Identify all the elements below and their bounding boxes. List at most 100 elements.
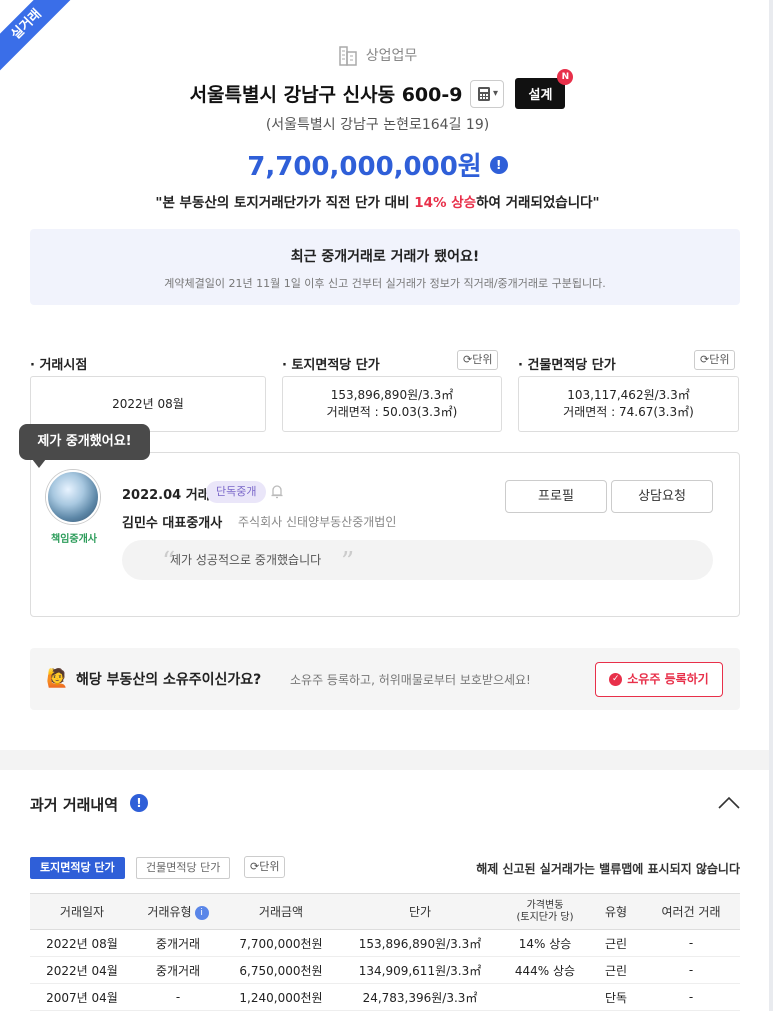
building-icon — [338, 46, 357, 66]
tab-building-unit-price[interactable]: 건물면적당 단가 — [136, 857, 231, 879]
scrollbar-track[interactable] — [769, 0, 773, 1011]
refresh-icon: ⟳ — [463, 353, 473, 366]
cell-type: 중개거래 — [134, 956, 222, 984]
table-header-row: 거래일자 거래유형 i 거래금액 단가 가격변동 (토지단가 당) 유형 여러건 거… — [30, 893, 740, 930]
price-info-icon[interactable]: ! — [489, 155, 508, 174]
cell-amount: 6,750,000천원 — [222, 956, 340, 984]
cell-unit-price: 134,909,611원/3.3㎡ — [340, 956, 500, 984]
history-notice: 해제 신고된 실거래가는 밸류맵에 표시되지 않습니다 — [476, 862, 740, 876]
history-unit-toggle[interactable]: ⟳단위 — [244, 856, 286, 878]
building-unit-toggle[interactable]: ⟳단위 — [694, 350, 736, 370]
cell-unit-price: 153,896,890원/3.3㎡ — [340, 929, 500, 957]
avatar[interactable] — [46, 470, 100, 524]
cell-change: 14% 상승 — [500, 929, 590, 957]
price-row: 7,700,000,000원 ! — [0, 146, 755, 183]
notice-desc: 계약체결일이 21년 11월 1일 이후 신고 건부터 실거래가 정보가 직거래… — [164, 277, 606, 290]
building-price-label: · 건물면적당 단가 — [518, 358, 616, 373]
refresh-icon: ⟳ — [250, 860, 260, 873]
calculator-button[interactable]: ▾ — [470, 79, 505, 108]
exclusive-brokerage-tag: 단독중개 — [206, 481, 267, 503]
owner-register-label: 소유주 등록하기 — [627, 672, 709, 686]
col-unit-price: 단가 — [340, 893, 500, 930]
profile-button[interactable]: 프로필 — [505, 480, 607, 513]
owner-question: 해당 부동산의 소유주이신가요? — [76, 672, 262, 688]
bubble-tail — [32, 459, 46, 468]
brokerage-notice: 최근 중개거래로 거래가 됐어요! 계약체결일이 21년 11월 1일 이후 신… — [30, 229, 740, 305]
refresh-icon: ⟳ — [700, 353, 710, 366]
col-multi: 여러건 거래 — [642, 893, 740, 930]
trade-date-value: 2022년 08월 — [112, 396, 184, 411]
cell-type: 중개거래 — [134, 929, 222, 957]
cell-date: 2007년 04월 — [30, 983, 134, 1011]
building-unit-label: 단위 — [709, 353, 730, 366]
notice-title: 최근 중개거래로 거래가 됐어요! — [290, 249, 480, 265]
col-change-sub: (토지단가 당) — [516, 911, 574, 923]
page-title: 서울특별시 강남구 신사동 600-9 — [189, 84, 463, 106]
calculator-icon — [477, 86, 490, 101]
agent-bubble: 제가 중개했어요! — [19, 424, 150, 460]
cell-date: 2022년 08월 — [30, 929, 134, 957]
land-price-box: 153,896,890원/3.3㎡ 거래면적 : 50.03(3.3㎡) — [282, 376, 502, 432]
cell-amount: 7,700,000천원 — [222, 929, 340, 957]
cell-kind: 단독 — [590, 983, 642, 1011]
history-title: 과거 거래내역 — [30, 796, 119, 814]
history-info-icon[interactable]: ! — [130, 794, 148, 812]
building-price-value: 103,117,462원/3.3㎡ — [567, 388, 690, 402]
col-type: 거래유형 i — [134, 893, 222, 930]
cell-kind: 근린 — [590, 929, 642, 957]
agent-name: 김민수 대표중개사 — [122, 516, 223, 531]
land-price-label: · 토지면적당 단가 — [282, 358, 380, 373]
land-area-value: 거래면적 : 50.03(3.3㎡) — [326, 405, 458, 419]
design-button[interactable]: 설계 N — [515, 69, 574, 109]
cell-multi: - — [642, 929, 740, 957]
consult-request-button[interactable]: 상담요청 — [611, 480, 713, 513]
col-change: 가격변동 (토지단가 당) — [500, 893, 590, 930]
design-button-label: 설계 — [528, 88, 553, 103]
col-change-main: 가격변동 — [526, 899, 564, 911]
cell-unit-price: 24,783,396원/3.3㎡ — [340, 983, 500, 1011]
responsible-agent-label: 책임중개사 — [51, 534, 97, 545]
cell-type: - — [134, 983, 222, 1011]
tab-land-unit-price[interactable]: 토지면적당 단가 — [30, 857, 125, 879]
real-trade-ribbon: 실거래 — [0, 0, 83, 81]
cell-change — [500, 983, 590, 1011]
check-icon: ✓ — [609, 673, 623, 686]
road-address: (서울특별시 강남구 논현로164길 19) — [265, 117, 490, 133]
price-change-message: "본 부동산의 토지거래단가가 직전 단가 대비 14% 상승하여 거래되었습니… — [0, 191, 755, 211]
owner-register-button[interactable]: ✓ 소유주 등록하기 — [595, 662, 723, 697]
category-label: 상업업무 — [365, 48, 418, 64]
col-type-label: 거래유형 — [147, 905, 192, 919]
cell-kind: 근린 — [590, 956, 642, 984]
trade-date-label: · 거래시점 — [30, 358, 88, 373]
agent-quote: 제가 성공적으로 중개했습니다 — [122, 540, 713, 580]
change-highlight: 14% 상승 — [414, 195, 477, 211]
bell-icon[interactable] — [270, 484, 284, 499]
land-unit-toggle[interactable]: ⟳단위 — [457, 350, 499, 370]
chevron-up-icon[interactable] — [716, 790, 742, 816]
agent-quote-text: 제가 성공적으로 중개했습니다 — [170, 553, 322, 567]
history-table: 거래일자 거래유형 i 거래금액 단가 가격변동 (토지단가 당) 유형 여러건 거… — [30, 893, 740, 1011]
chevron-down-icon: ▾ — [492, 88, 498, 99]
page: 실거래 상업업무 서울특별시 강남구 신사동 600-9 ▾ 설계 N (서울특… — [0, 0, 773, 1011]
cell-multi: - — [642, 956, 740, 984]
cell-date: 2022년 04월 — [30, 956, 134, 984]
building-price-box: 103,117,462원/3.3㎡ 거래면적 : 74.67(3.3㎡) — [518, 376, 739, 432]
col-date: 거래일자 — [30, 893, 134, 930]
info-icon[interactable]: i — [194, 905, 209, 920]
building-area-value: 거래면적 : 74.67(3.3㎡) — [563, 405, 694, 419]
title-row: 서울특별시 강남구 신사동 600-9 ▾ 설계 N — [0, 69, 755, 109]
agent-card — [30, 452, 740, 617]
history-unit-label: 단위 — [259, 860, 280, 873]
deal-price: 7,700,000,000원 — [247, 152, 482, 182]
land-unit-label: 단위 — [472, 353, 493, 366]
table-row: 2007년 04월 - 1,240,000천원 24,783,396원/3.3㎡… — [30, 983, 740, 1011]
col-kind: 유형 — [590, 893, 642, 930]
table-row: 2022년 04월 중개거래 6,750,000천원 134,909,611원/… — [30, 956, 740, 984]
raising-hand-icon: 🙋 — [46, 668, 69, 689]
change-suffix: 하여 거래되었습니다" — [476, 195, 600, 211]
land-price-value: 153,896,890원/3.3㎡ — [330, 388, 454, 402]
owner-desc: 소유주 등록하고, 허위매물로부터 보호받으세요! — [290, 673, 531, 687]
table-row: 2022년 08월 중개거래 7,700,000천원 153,896,890원/… — [30, 929, 740, 957]
open-quote-icon: “ — [162, 547, 176, 577]
agent-deal-date: 2022.04 거래 — [122, 488, 210, 503]
